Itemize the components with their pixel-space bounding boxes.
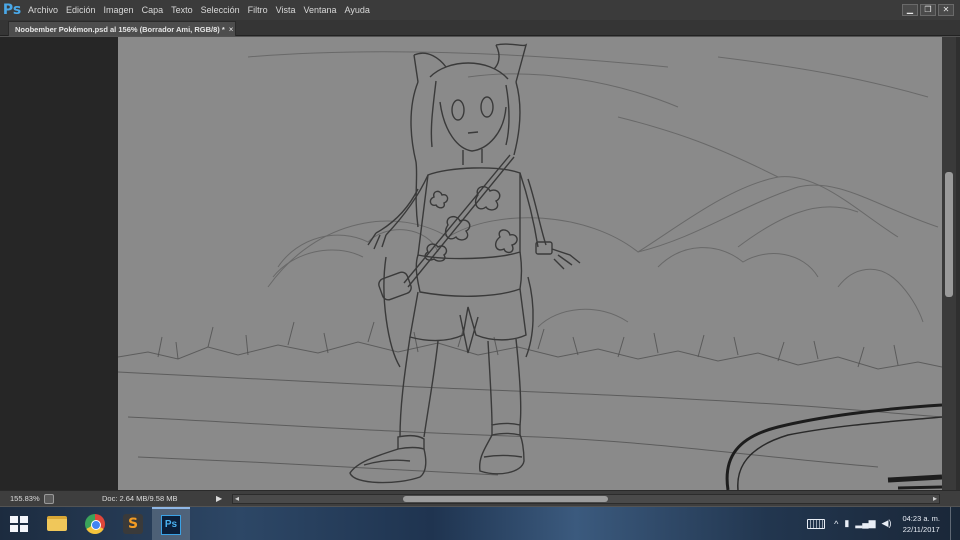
workspace xyxy=(0,37,960,490)
menu-edicion[interactable]: Edición xyxy=(62,0,100,20)
folder-icon xyxy=(47,516,67,531)
menu-imagen[interactable]: Imagen xyxy=(100,0,138,20)
windows-start-icon xyxy=(10,515,28,532)
close-icon[interactable]: × xyxy=(229,25,234,34)
battery-icon[interactable]: ▮ xyxy=(844,518,849,529)
zoom-menu-icon[interactable] xyxy=(44,493,54,504)
volume-icon[interactable]: ◀) xyxy=(882,518,892,529)
document-tab-bar: Noobember Pokémon.psd al 156% (Borrador … xyxy=(0,20,960,36)
show-hidden-icons-icon[interactable]: ^ xyxy=(834,519,838,529)
chrome-icon xyxy=(85,513,105,534)
document-tab[interactable]: Noobember Pokémon.psd al 156% (Borrador … xyxy=(8,21,236,36)
show-desktop-button[interactable] xyxy=(950,507,960,540)
document-size: Doc: 2.64 MB/9.58 MB xyxy=(102,494,178,503)
clock[interactable]: 04:23 a. m. 22/11/2017 xyxy=(902,513,940,535)
zoom-level[interactable]: 155.83% xyxy=(10,494,40,503)
menu-filtro[interactable]: Filtro xyxy=(244,0,272,20)
restore-button[interactable]: ❐ xyxy=(920,4,936,16)
vertical-scrollbar[interactable] xyxy=(942,37,956,490)
menu-capa[interactable]: Capa xyxy=(138,0,168,20)
window-controls: ▁ ❐ ✕ xyxy=(902,0,954,20)
menu-ventana[interactable]: Ventana xyxy=(300,0,341,20)
touch-keyboard-icon[interactable] xyxy=(807,518,826,529)
pasteboard-left xyxy=(0,37,118,490)
sketch-artwork xyxy=(118,37,942,490)
horizontal-scroll-thumb[interactable] xyxy=(403,496,608,502)
taskbar-sublime[interactable]: S xyxy=(114,507,152,540)
sublime-icon: S xyxy=(123,513,143,534)
document-tab-label: Noobember Pokémon.psd al 156% (Borrador … xyxy=(15,24,225,34)
windows-taskbar: S Ps ^ ▮ ▂▄▆ ◀) 04:23 a. m. 22/11/2017 xyxy=(0,507,960,540)
photoshop-logo-icon: Ps xyxy=(2,2,22,18)
taskbar-file-explorer[interactable] xyxy=(38,507,76,540)
network-icon[interactable]: ▂▄▆ xyxy=(855,518,875,529)
menu-seleccion[interactable]: Selección xyxy=(197,0,244,20)
start-button[interactable] xyxy=(0,507,38,540)
document-canvas[interactable] xyxy=(118,37,942,490)
system-tray: ^ ▮ ▂▄▆ ◀) 04:23 a. m. 22/11/2017 xyxy=(807,507,960,540)
scroll-right-icon[interactable]: ▸ xyxy=(933,494,937,503)
vertical-scroll-thumb[interactable] xyxy=(945,172,953,297)
status-menu-arrow-icon[interactable]: ▶ xyxy=(216,494,222,503)
menu-archivo[interactable]: Archivo xyxy=(24,0,62,20)
menu-vista[interactable]: Vista xyxy=(272,0,300,20)
menu-bar: Ps Archivo Edición Imagen Capa Texto Sel… xyxy=(0,0,960,20)
menu-texto[interactable]: Texto xyxy=(167,0,197,20)
horizontal-scrollbar[interactable]: ◂ ▸ xyxy=(232,494,940,504)
minimize-button[interactable]: ▁ xyxy=(902,4,918,16)
photoshop-icon: Ps xyxy=(161,514,181,535)
close-button[interactable]: ✕ xyxy=(938,4,954,16)
clock-date: 22/11/2017 xyxy=(902,524,940,534)
status-bar: 155.83% Doc: 2.64 MB/9.58 MB ▶ ◂ ▸ xyxy=(0,490,960,506)
taskbar-photoshop[interactable]: Ps xyxy=(152,507,190,540)
menu-ayuda[interactable]: Ayuda xyxy=(341,0,374,20)
clock-time: 04:23 a. m. xyxy=(902,513,940,523)
scroll-left-icon[interactable]: ◂ xyxy=(235,494,239,503)
taskbar-chrome[interactable] xyxy=(76,507,114,540)
